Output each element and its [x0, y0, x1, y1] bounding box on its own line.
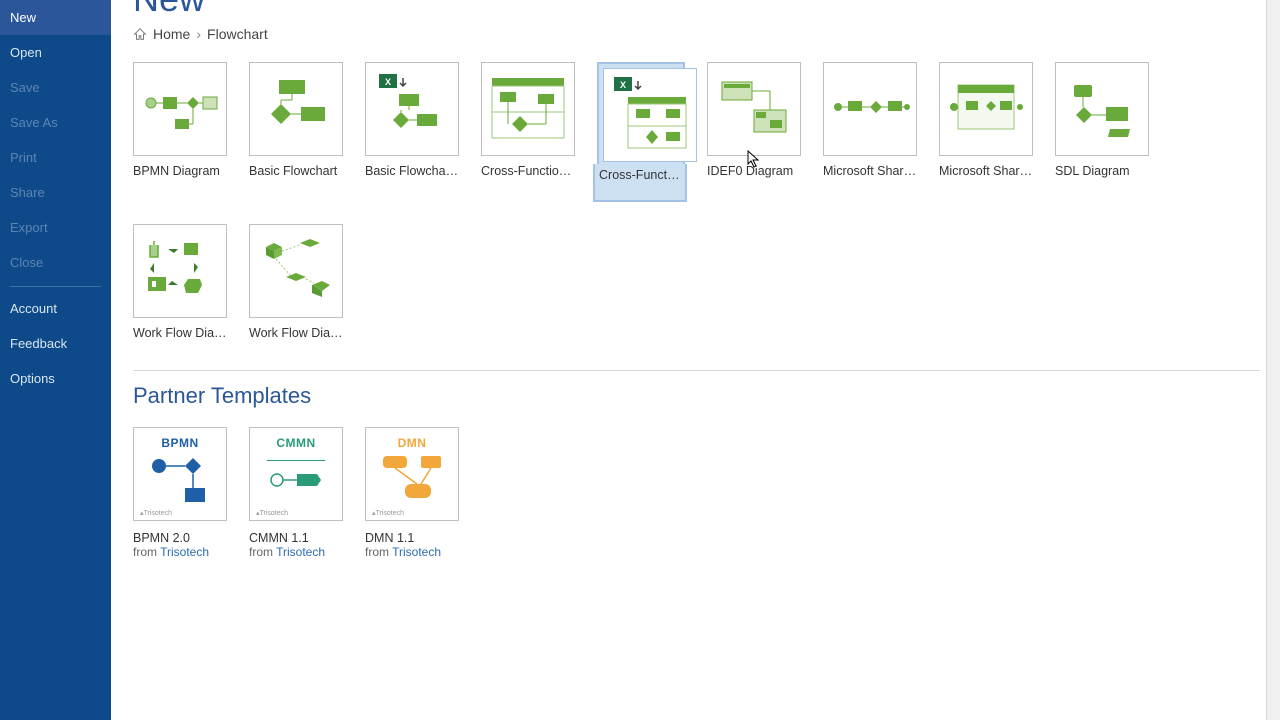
trisotech-logo-icon: ▴Trisotech [140, 509, 172, 517]
cmmn-partner-icon [261, 450, 331, 506]
partner-label: CMMN 1.1 [249, 531, 343, 545]
home-icon[interactable] [133, 27, 147, 41]
partner-thumb-title: DMN [398, 436, 427, 450]
idef0-icon [714, 74, 794, 144]
sharepoint-workflow-icon [830, 89, 910, 129]
template-label: Basic Flowchart... [365, 164, 459, 178]
partner-link[interactable]: Trisotech [392, 545, 441, 559]
template-cross-functional[interactable]: Cross-Functional... [481, 62, 575, 202]
breadcrumb: Home › Flowchart [133, 26, 1260, 42]
template-label: Basic Flowchart [249, 164, 343, 178]
svg-text:X: X [385, 77, 391, 87]
template-idef0-diagram[interactable]: IDEF0 Diagram [707, 62, 801, 202]
partner-link[interactable]: Trisotech [160, 545, 209, 559]
sidebar-item-feedback[interactable]: Feedback [0, 326, 111, 361]
sidebar-item-export: Export [0, 210, 111, 245]
sidebar-item-options[interactable]: Options [0, 361, 111, 396]
template-label: Cross-Functional... [593, 164, 687, 202]
template-label: Cross-Functional... [481, 164, 575, 178]
main-content: New Home › Flowchart [111, 0, 1280, 720]
template-label: Work Flow Diagr... [249, 326, 343, 340]
sidebar-item-save-as: Save As [0, 105, 111, 140]
partner-thumb-title: CMMN [276, 436, 315, 450]
template-workflow-1[interactable]: Work Flow Diagr... [133, 224, 227, 340]
template-sdl-diagram[interactable]: SDL Diagram [1055, 62, 1149, 202]
partner-template-bpmn[interactable]: BPMN ▴Trisotech BPMN 2.0 from Trisotech [133, 427, 227, 559]
backstage-sidebar: New Open Save Save As Print Share Export… [0, 0, 111, 720]
dmn-partner-icon [377, 450, 447, 506]
sidebar-item-open[interactable]: Open [0, 35, 111, 70]
template-workflow-2[interactable]: Work Flow Diagr... [249, 224, 343, 340]
trisotech-logo-icon: ▴Trisotech [372, 509, 404, 517]
sidebar-item-save: Save [0, 70, 111, 105]
template-basic-flowchart-xl[interactable]: X Basic Flowchart... [365, 62, 459, 202]
template-label: Work Flow Diagr... [133, 326, 227, 340]
page-title: New [133, 0, 1260, 20]
basic-flowchart-excel-icon: X [373, 70, 451, 148]
template-sharepoint-2[interactable]: Microsoft Share... [939, 62, 1033, 202]
sidebar-item-new[interactable]: New [0, 0, 111, 35]
sdl-icon [1062, 79, 1142, 139]
scrollbar-track[interactable] [1266, 0, 1280, 720]
template-label: Microsoft Share... [823, 164, 917, 178]
partner-template-cmmn[interactable]: CMMN ▴Trisotech CMMN 1.1 from Trisotech [249, 427, 343, 559]
breadcrumb-home[interactable]: Home [153, 26, 190, 42]
partner-label: DMN 1.1 [365, 531, 459, 545]
trisotech-logo-icon: ▴Trisotech [256, 509, 288, 517]
sidebar-divider [10, 286, 101, 287]
cross-functional-icon [488, 74, 568, 144]
sharepoint-workflow-2-icon [946, 79, 1026, 139]
template-label: BPMN Diagram [133, 164, 227, 178]
sidebar-item-share: Share [0, 175, 111, 210]
partner-thumb-title: BPMN [161, 436, 198, 450]
partner-label: BPMN 2.0 [133, 531, 227, 545]
basic-flowchart-icon [257, 74, 335, 144]
sidebar-item-account[interactable]: Account [0, 291, 111, 326]
breadcrumb-separator-icon: › [196, 26, 201, 42]
partner-link[interactable]: Trisotech [276, 545, 325, 559]
workflow-diagram-icon [140, 233, 220, 309]
partner-from: from Trisotech [249, 545, 343, 559]
bpmn-diagram-icon [141, 79, 219, 139]
template-label: Microsoft Share... [939, 164, 1033, 178]
template-basic-flowchart[interactable]: Basic Flowchart [249, 62, 343, 202]
templates-grid: BPMN Diagram Basic Flowchart [133, 62, 1260, 340]
sidebar-item-print: Print [0, 140, 111, 175]
template-bpmn-diagram[interactable]: BPMN Diagram [133, 62, 227, 202]
partner-from: from Trisotech [133, 545, 227, 559]
partner-from: from Trisotech [365, 545, 459, 559]
template-cross-functional-xl[interactable]: X Cross-Functional... [594, 59, 688, 205]
bpmn-partner-icon [145, 450, 215, 506]
template-sharepoint-1[interactable]: Microsoft Share... [823, 62, 917, 202]
partner-templates-grid: BPMN ▴Trisotech BPMN 2.0 from Trisotech … [133, 427, 1260, 559]
svg-text:X: X [620, 80, 626, 90]
partner-templates-title: Partner Templates [133, 370, 1260, 409]
template-label: SDL Diagram [1055, 164, 1149, 178]
partner-template-dmn[interactable]: DMN ▴Trisotech DMN 1.1 from Trisotech [365, 427, 459, 559]
sidebar-item-close: Close [0, 245, 111, 280]
breadcrumb-flowchart[interactable]: Flowchart [207, 26, 268, 42]
workflow-3d-icon [256, 233, 336, 309]
cross-functional-excel-icon: X [610, 75, 690, 155]
template-label: IDEF0 Diagram [707, 164, 801, 178]
